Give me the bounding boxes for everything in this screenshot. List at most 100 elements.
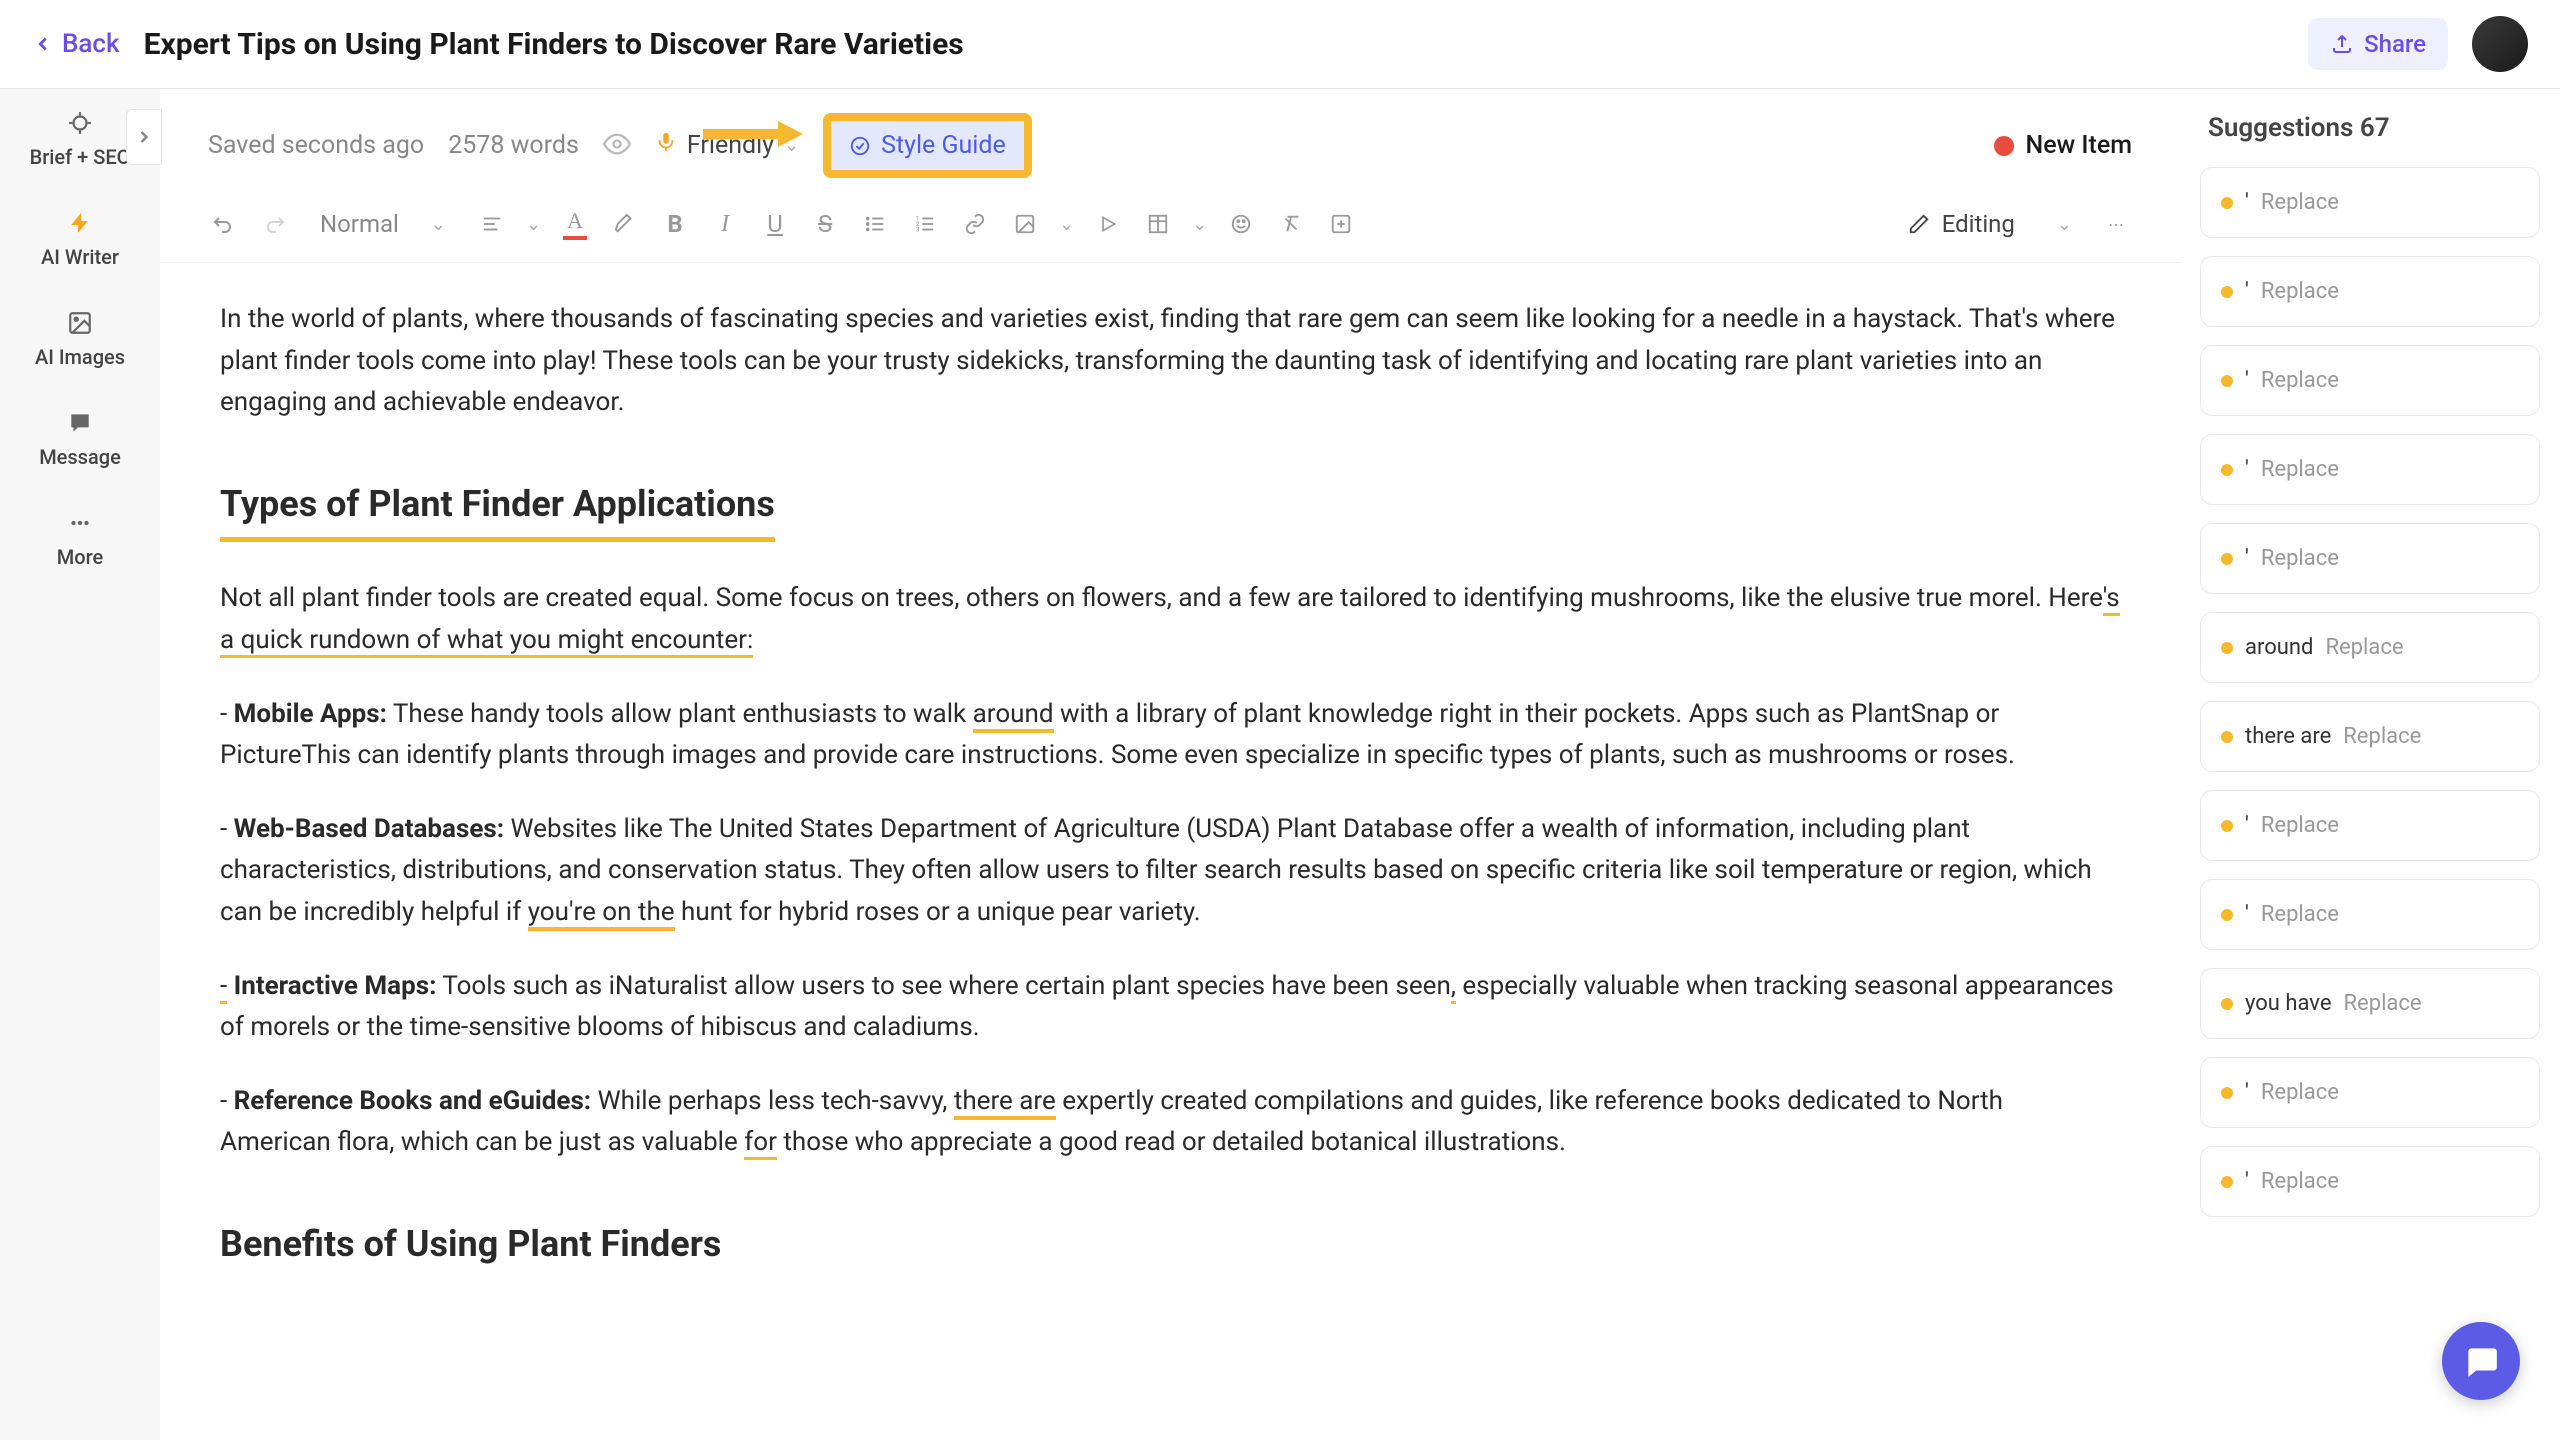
color-swatch bbox=[563, 236, 587, 240]
document-title[interactable]: Expert Tips on Using Plant Finders to Di… bbox=[144, 27, 2285, 62]
word-count: 2578 words bbox=[448, 131, 579, 160]
editor-area: Saved seconds ago 2578 words Friendly ⌄ bbox=[160, 89, 2180, 1440]
align-dropdown[interactable]: ⌄ bbox=[526, 214, 541, 235]
style-guide-label: Style Guide bbox=[881, 131, 1006, 160]
share-button[interactable]: Share bbox=[2308, 18, 2448, 70]
list-ul-icon bbox=[864, 213, 886, 235]
tone-selector[interactable]: Friendly ⌄ bbox=[655, 131, 799, 160]
suggestion-item[interactable]: ' Replace bbox=[2200, 1057, 2540, 1128]
new-item-label: New Item bbox=[2026, 131, 2132, 160]
paragraph[interactable]: - Interactive Maps: Tools such as iNatur… bbox=[220, 966, 2120, 1049]
new-item-button[interactable]: New Item bbox=[1994, 131, 2132, 160]
suggestion-item[interactable]: ' Replace bbox=[2200, 523, 2540, 594]
paragraph-style-select[interactable]: Normal ⌄ bbox=[308, 204, 458, 244]
italic-button[interactable]: I bbox=[709, 208, 741, 240]
suggestion-word: ' bbox=[2245, 1169, 2249, 1194]
sidebar-item-ai-images[interactable]: AI Images bbox=[35, 309, 125, 369]
sidebar-item-message[interactable]: Message bbox=[39, 409, 121, 469]
chevron-down-icon: ⌄ bbox=[2057, 214, 2072, 235]
ordered-list-button[interactable]: 123 bbox=[909, 208, 941, 240]
strikethrough-button[interactable]: S bbox=[809, 208, 841, 240]
microphone-icon bbox=[655, 131, 677, 160]
share-label: Share bbox=[2364, 30, 2426, 58]
suggestion-item[interactable]: ' Replace bbox=[2200, 345, 2540, 416]
sidebar-item-label: Brief + SEO bbox=[30, 145, 131, 169]
sidebar-expand-button[interactable] bbox=[126, 109, 162, 165]
bullet-list-button[interactable] bbox=[859, 208, 891, 240]
suggestion-word: around bbox=[2245, 635, 2313, 660]
underline-button[interactable]: U bbox=[759, 208, 791, 240]
image-dropdown[interactable]: ⌄ bbox=[1059, 214, 1074, 235]
dot-icon bbox=[2221, 197, 2233, 209]
bold-button[interactable]: B bbox=[659, 208, 691, 240]
dot-icon bbox=[2221, 731, 2233, 743]
emoji-icon bbox=[1230, 213, 1252, 235]
suggestion-word: ' bbox=[2245, 546, 2249, 571]
suggestion-action: Replace bbox=[2261, 1080, 2339, 1105]
suggestion-word: ' bbox=[2245, 1080, 2249, 1105]
image-icon bbox=[1014, 213, 1036, 235]
back-label: Back bbox=[62, 29, 120, 59]
suggestion-action: Replace bbox=[2261, 1169, 2339, 1194]
more-icon bbox=[66, 509, 94, 537]
suggestion-item[interactable]: ' Replace bbox=[2200, 790, 2540, 861]
suggestion-item[interactable]: ' Replace bbox=[2200, 1146, 2540, 1217]
sidebar-item-label: Message bbox=[39, 445, 121, 469]
editing-mode-select[interactable]: Editing ⌄ bbox=[1908, 210, 2072, 238]
sidebar-item-more[interactable]: More bbox=[57, 509, 103, 569]
dot-icon bbox=[2221, 464, 2233, 476]
sidebar-item-brief-seo[interactable]: Brief + SEO bbox=[30, 109, 131, 169]
paragraph[interactable]: In the world of plants, where thousands … bbox=[220, 299, 2120, 424]
video-button[interactable] bbox=[1092, 208, 1124, 240]
heading[interactable]: Types of Plant Finder Applications bbox=[220, 476, 775, 543]
paragraph-style-label: Normal bbox=[320, 210, 399, 238]
align-button[interactable] bbox=[476, 208, 508, 240]
visibility-toggle[interactable] bbox=[603, 130, 631, 162]
paragraph[interactable]: - Mobile Apps: These handy tools allow p… bbox=[220, 694, 2120, 777]
chat-bubble-button[interactable] bbox=[2442, 1322, 2520, 1400]
image-insert-button[interactable] bbox=[1009, 208, 1041, 240]
upload-icon bbox=[2330, 32, 2354, 56]
suggestion-item[interactable]: you have Replace bbox=[2200, 968, 2540, 1039]
image-icon bbox=[66, 309, 94, 337]
style-guide-wrap: Style Guide bbox=[823, 113, 1032, 178]
suggestion-item[interactable]: ' Replace bbox=[2200, 434, 2540, 505]
style-guide-button[interactable]: Style Guide bbox=[823, 113, 1032, 178]
undo-button[interactable] bbox=[208, 208, 240, 240]
suggestion-item[interactable]: ' Replace bbox=[2200, 167, 2540, 238]
paragraph[interactable]: Not all plant finder tools are created e… bbox=[220, 578, 2120, 661]
suggestion-item[interactable]: around Replace bbox=[2200, 612, 2540, 683]
link-button[interactable] bbox=[959, 208, 991, 240]
plus-square-icon bbox=[1330, 213, 1352, 235]
status-bar: Saved seconds ago 2578 words Friendly ⌄ bbox=[160, 89, 2180, 194]
emoji-button[interactable] bbox=[1225, 208, 1257, 240]
target-icon bbox=[66, 109, 94, 137]
sidebar-item-label: AI Images bbox=[35, 345, 125, 369]
dot-icon bbox=[2221, 642, 2233, 654]
paragraph[interactable]: - Web-Based Databases: Websites like The… bbox=[220, 809, 2120, 934]
suggestion-item[interactable]: there are Replace bbox=[2200, 701, 2540, 772]
header: Back Expert Tips on Using Plant Finders … bbox=[0, 0, 2560, 89]
document-content[interactable]: In the world of plants, where thousands … bbox=[160, 263, 2180, 1350]
bolt-icon bbox=[66, 209, 94, 237]
table-button[interactable] bbox=[1142, 208, 1174, 240]
suggestion-item[interactable]: ' Replace bbox=[2200, 879, 2540, 950]
sidebar-item-ai-writer[interactable]: AI Writer bbox=[41, 209, 119, 269]
back-button[interactable]: Back bbox=[32, 29, 120, 59]
redo-button[interactable] bbox=[258, 208, 290, 240]
clear-formatting-button[interactable] bbox=[1275, 208, 1307, 240]
dot-icon bbox=[2221, 820, 2233, 832]
user-avatar[interactable] bbox=[2472, 16, 2528, 72]
more-tools-button[interactable]: ⋯ bbox=[2100, 208, 2132, 240]
table-dropdown[interactable]: ⌄ bbox=[1192, 214, 1207, 235]
heading[interactable]: Benefits of Using Plant Finders bbox=[220, 1216, 721, 1278]
undo-icon bbox=[212, 212, 236, 236]
chevron-down-icon: ⌄ bbox=[784, 135, 799, 156]
suggestion-item[interactable]: ' Replace bbox=[2200, 256, 2540, 327]
text-color-button[interactable]: A bbox=[559, 208, 591, 240]
paragraph[interactable]: - Reference Books and eGuides: While per… bbox=[220, 1081, 2120, 1164]
insert-block-button[interactable] bbox=[1325, 208, 1357, 240]
highlight-button[interactable] bbox=[609, 208, 641, 240]
chat-icon bbox=[2462, 1342, 2500, 1380]
pencil-icon bbox=[1908, 213, 1930, 235]
